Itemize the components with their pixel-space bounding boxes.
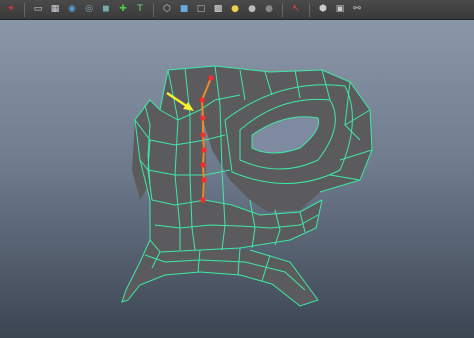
toolbar-separator [282,2,283,17]
mesh-surface [122,66,372,306]
3d-viewport[interactable] [0,20,474,338]
selected-vertex[interactable] [200,197,206,203]
text-icon[interactable]: T [133,3,147,17]
viewport-toolbar: ✦ ▭ ▦ ◉ ◎ ◼ ✚ T ⬡ ■ □ ▩ ● ● ● ↖ ⬢ ▣ ⚯ [0,0,474,20]
light-bulb-icon[interactable]: ● [228,3,242,17]
toolbar-separator [309,2,310,17]
sphere-icon[interactable]: ● [245,3,259,17]
mesh-canvas[interactable] [0,20,474,338]
pointer-icon[interactable]: ↖ [289,3,303,17]
selected-vertex[interactable] [201,177,207,183]
textured-icon[interactable]: ◉ [65,3,79,17]
selected-vertex[interactable] [208,75,214,81]
toolbar-separator [153,2,154,17]
checker-icon[interactable]: ▩ [211,3,225,17]
xray-icon[interactable]: ✚ [116,3,130,17]
camera-cube-icon[interactable]: ⬡ [160,3,174,17]
selected-vertex[interactable] [201,147,207,153]
selected-vertex[interactable] [200,132,206,138]
cube-outline-icon[interactable]: □ [194,3,208,17]
select-mode-icon[interactable]: ✦ [4,3,18,17]
wireframe-shading-icon[interactable]: ▭ [31,3,45,17]
gray-sphere-icon[interactable]: ● [262,3,276,17]
shadows-icon[interactable]: ◼ [99,3,113,17]
toolbar-separator [24,2,25,17]
bounding-box-icon[interactable]: ▣ [333,3,347,17]
selected-vertex[interactable] [199,97,205,103]
selected-vertex[interactable] [200,115,206,121]
lighting-icon[interactable]: ◎ [82,3,96,17]
cube-icon[interactable]: ■ [177,3,191,17]
isolate-icon[interactable]: ⬢ [316,3,330,17]
selected-vertex[interactable] [200,162,206,168]
smooth-shade-icon[interactable]: ▦ [48,3,62,17]
connect-icon[interactable]: ⚯ [350,3,364,17]
